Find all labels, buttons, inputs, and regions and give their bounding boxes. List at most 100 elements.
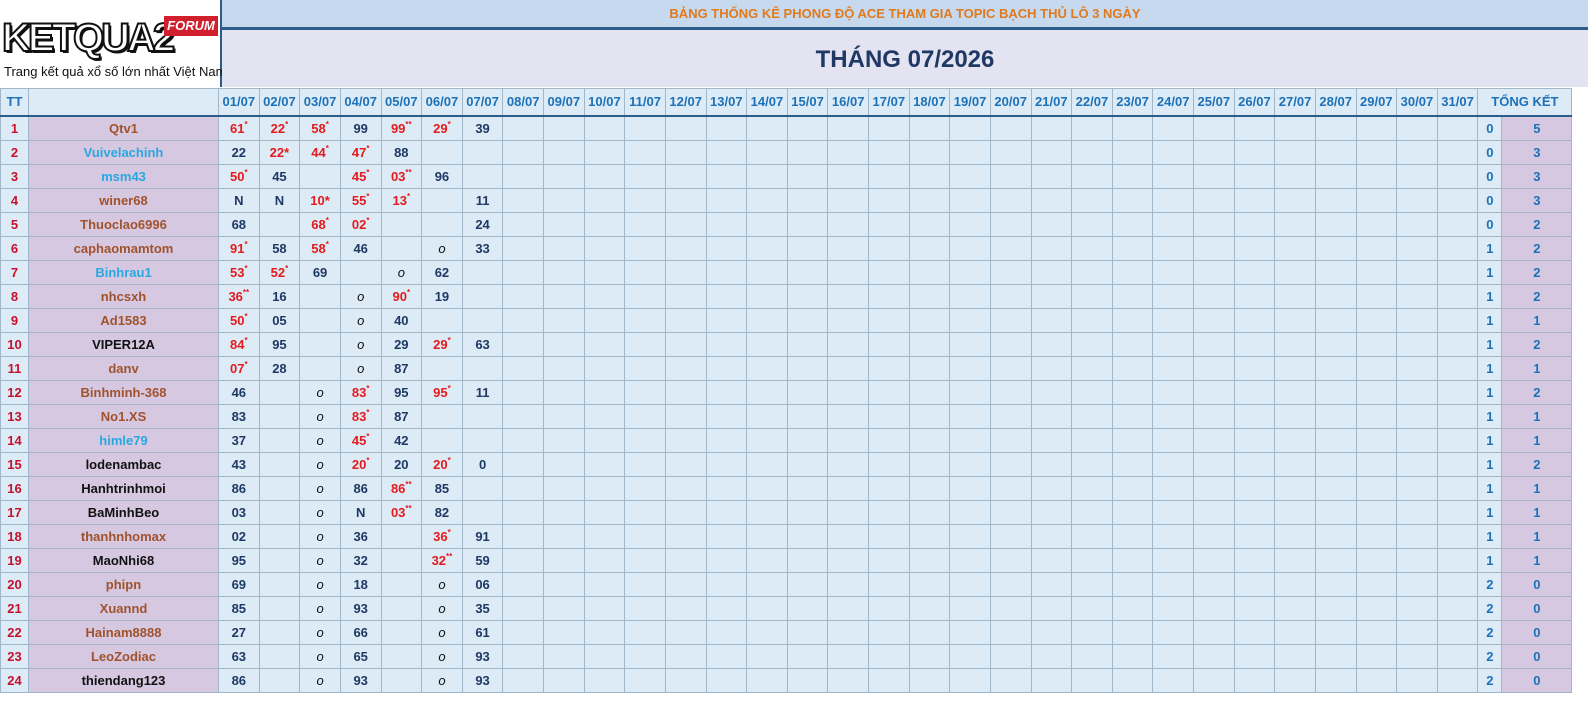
day-cell[interactable]: 06 (461, 571, 504, 597)
day-cell[interactable] (827, 187, 869, 213)
day-cell[interactable] (746, 115, 788, 141)
day-cell[interactable]: 27 (218, 619, 260, 645)
day-cell[interactable] (1274, 307, 1316, 333)
day-cell[interactable]: 93 (461, 643, 504, 669)
day-cell[interactable] (827, 211, 869, 237)
day-cell[interactable]: 32 (339, 547, 382, 573)
day-cell[interactable] (746, 307, 788, 333)
day-cell[interactable] (1355, 235, 1398, 261)
day-cell[interactable] (1152, 187, 1194, 213)
day-cell[interactable] (1274, 379, 1316, 405)
day-cell[interactable]: 68 (218, 211, 260, 237)
day-cell[interactable] (1233, 307, 1276, 333)
header-day[interactable]: 04/07 (339, 88, 382, 117)
day-cell[interactable]: 36 (339, 523, 382, 549)
day-cell[interactable] (583, 643, 626, 669)
day-cell[interactable] (543, 523, 585, 549)
day-cell[interactable] (1396, 187, 1438, 213)
day-cell[interactable] (1355, 355, 1398, 381)
day-cell[interactable] (1233, 667, 1276, 693)
day-cell[interactable] (786, 571, 829, 597)
day-cell[interactable] (1193, 163, 1235, 189)
day-cell[interactable] (1193, 379, 1235, 405)
player-name[interactable]: No1.XS (28, 403, 219, 429)
day-cell[interactable]: 86 (218, 475, 260, 501)
day-cell[interactable] (421, 211, 463, 237)
day-cell[interactable] (1396, 355, 1438, 381)
header-day[interactable]: 03/07 (299, 88, 341, 117)
day-cell[interactable] (1233, 571, 1276, 597)
player-name[interactable]: LeoZodiac (28, 643, 219, 669)
day-cell[interactable] (1314, 235, 1357, 261)
day-cell[interactable] (502, 595, 544, 621)
day-cell[interactable] (786, 475, 829, 501)
table-row[interactable]: 19 MaoNhi68 95 o 32 32** 59 1 1 (0, 547, 1573, 573)
day-cell[interactable]: 84* (218, 331, 260, 357)
day-cell[interactable] (1233, 427, 1276, 453)
day-cell[interactable]: 02 (218, 523, 260, 549)
day-cell[interactable] (1152, 139, 1194, 165)
day-cell[interactable] (664, 547, 707, 573)
day-cell[interactable] (624, 595, 666, 621)
day-cell[interactable] (502, 307, 544, 333)
day-cell[interactable] (583, 163, 626, 189)
day-cell[interactable] (664, 283, 707, 309)
day-cell[interactable] (949, 547, 991, 573)
day-cell[interactable] (949, 331, 991, 357)
day-cell[interactable] (949, 499, 991, 525)
day-cell[interactable] (1111, 115, 1154, 141)
day-cell[interactable] (1396, 547, 1438, 573)
day-cell[interactable] (1152, 307, 1194, 333)
day-cell[interactable] (1233, 355, 1276, 381)
day-cell[interactable] (624, 163, 666, 189)
day-cell[interactable]: 62 (421, 259, 463, 285)
day-cell[interactable] (989, 163, 1032, 189)
day-cell[interactable]: 95 (258, 331, 301, 357)
player-name[interactable]: BaMinhBeo (28, 499, 219, 525)
day-cell[interactable] (380, 571, 423, 597)
day-cell[interactable] (786, 523, 829, 549)
day-cell[interactable] (1071, 307, 1113, 333)
day-cell[interactable] (827, 643, 869, 669)
day-cell[interactable] (1030, 403, 1073, 429)
day-cell[interactable] (1314, 475, 1357, 501)
day-cell[interactable] (1355, 643, 1398, 669)
day-cell[interactable] (1193, 259, 1235, 285)
day-cell[interactable] (1436, 235, 1479, 261)
day-cell[interactable] (1071, 379, 1113, 405)
day-cell[interactable] (1030, 211, 1073, 237)
day-cell[interactable]: 36* (421, 523, 463, 549)
day-cell[interactable] (461, 427, 504, 453)
day-cell[interactable] (502, 139, 544, 165)
day-cell[interactable]: o (299, 523, 341, 549)
day-cell[interactable] (502, 403, 544, 429)
day-cell[interactable] (1111, 139, 1154, 165)
day-cell[interactable] (1071, 667, 1113, 693)
day-cell[interactable] (583, 211, 626, 237)
day-cell[interactable]: 82 (421, 499, 463, 525)
day-cell[interactable]: 20* (421, 451, 463, 477)
header-day[interactable]: 10/07 (583, 88, 626, 117)
day-cell[interactable] (827, 499, 869, 525)
day-cell[interactable] (746, 331, 788, 357)
day-cell[interactable] (746, 499, 788, 525)
day-cell[interactable] (1233, 115, 1276, 141)
day-cell[interactable] (989, 619, 1032, 645)
day-cell[interactable]: 24 (461, 211, 504, 237)
day-cell[interactable] (543, 427, 585, 453)
day-cell[interactable] (664, 259, 707, 285)
day-cell[interactable] (1233, 547, 1276, 573)
day-cell[interactable] (624, 427, 666, 453)
day-cell[interactable] (1314, 331, 1357, 357)
day-cell[interactable] (1355, 331, 1398, 357)
day-cell[interactable]: o (339, 331, 382, 357)
day-cell[interactable] (421, 427, 463, 453)
day-cell[interactable] (543, 331, 585, 357)
day-cell[interactable] (1355, 499, 1398, 525)
day-cell[interactable] (705, 355, 748, 381)
day-cell[interactable] (1152, 595, 1194, 621)
day-cell[interactable] (1355, 547, 1398, 573)
day-cell[interactable] (1355, 667, 1398, 693)
day-cell[interactable] (1274, 475, 1316, 501)
day-cell[interactable] (705, 379, 748, 405)
